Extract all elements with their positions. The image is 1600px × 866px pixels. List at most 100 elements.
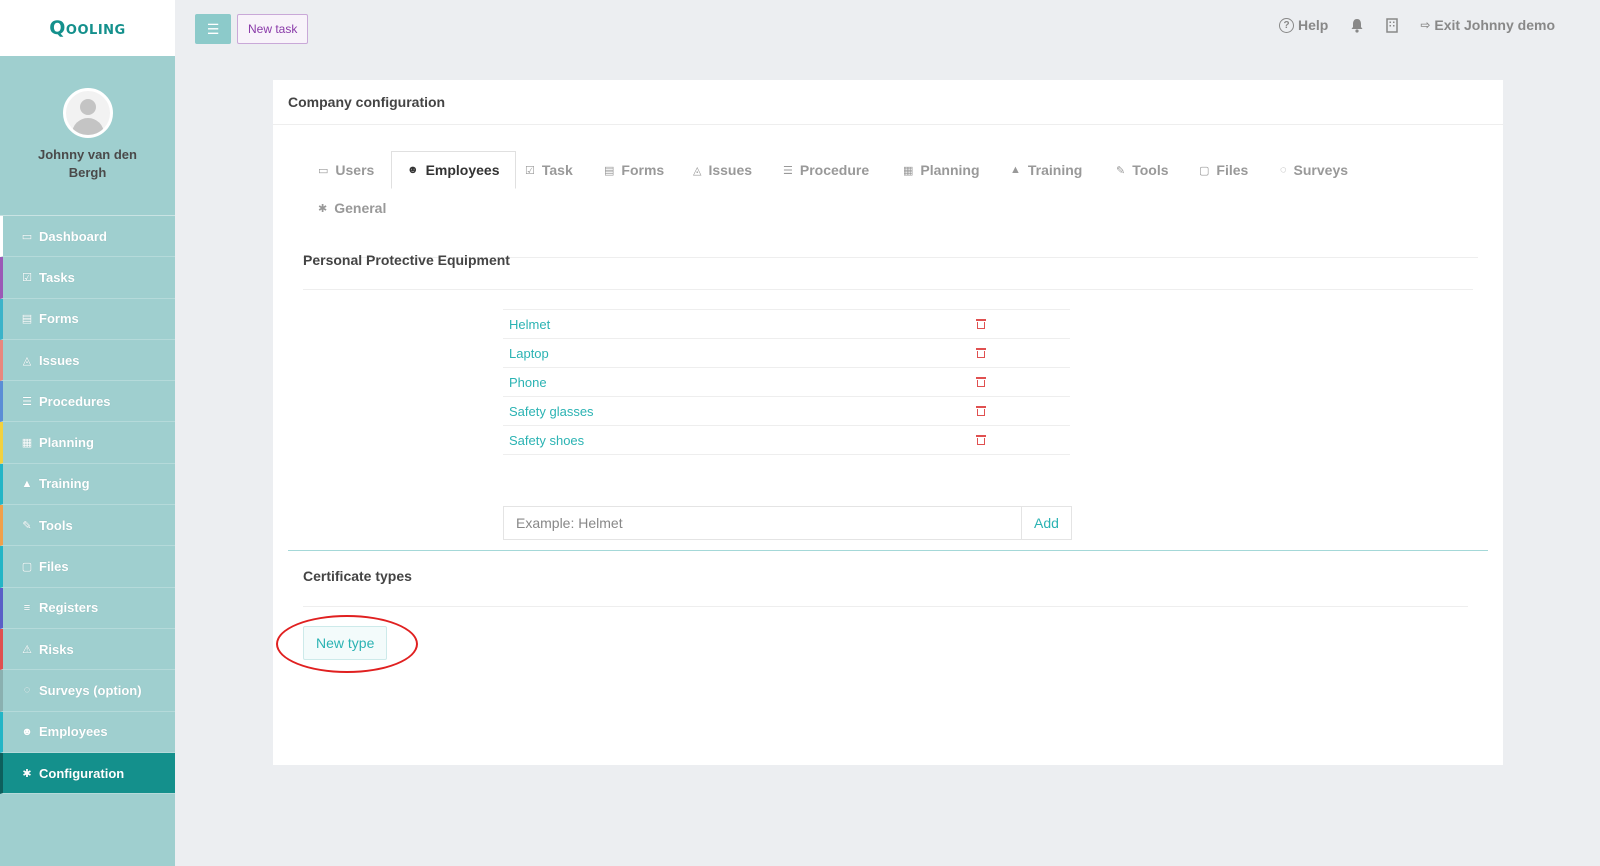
tab-label: Forms: [621, 162, 665, 178]
sidebar-item-label: Forms: [39, 311, 79, 327]
sidebar-item-label: Tasks: [39, 269, 75, 285]
tab-tools[interactable]: ✎ Tools: [1101, 151, 1184, 189]
tab-task[interactable]: ☑ Task: [510, 151, 588, 189]
sidebar-item-training[interactable]: ▲ Training: [0, 463, 175, 506]
tab-issues[interactable]: ◬ Issues: [678, 151, 767, 189]
section-divider: [288, 550, 1488, 551]
app-logo[interactable]: Qooling: [49, 17, 125, 39]
sidebar-item-risks[interactable]: ⚠ Risks: [0, 628, 175, 671]
sign-out-icon: ⇨: [1420, 18, 1431, 32]
tab-surveys[interactable]: ◌ Surveys: [1265, 151, 1363, 189]
forms-icon: ▤: [21, 313, 33, 326]
tab-label: Procedure: [799, 162, 870, 178]
exit-demo-link[interactable]: ⇨ Exit Johnny demo: [1420, 17, 1555, 33]
table-row: Safety shoes: [503, 426, 1070, 455]
sidebar-item-files[interactable]: ▢ Files: [0, 546, 175, 588]
sidebar-item-label: Configuration: [39, 765, 125, 781]
sidebar-item-surveys-option[interactable]: ◌ Surveys (option): [0, 670, 175, 712]
tab-label: Files: [1216, 162, 1249, 178]
trash-icon[interactable]: [976, 405, 986, 417]
exit-label: Exit Johnny demo: [1434, 17, 1555, 33]
add-ppe-button[interactable]: Add: [1021, 506, 1072, 540]
surveys-option-icon: ◌: [23, 684, 31, 697]
sidebar-item-label: Employees: [39, 724, 108, 740]
registers-icon: ≡: [23, 601, 31, 614]
tab-training[interactable]: ▲ Training: [995, 151, 1097, 189]
forms-tab-icon: ▤: [604, 164, 615, 177]
sidebar-item-label: Files: [39, 559, 69, 575]
sidebar-item-dashboard[interactable]: ▭ Dashboard: [0, 216, 175, 258]
files-icon: ▢: [21, 561, 33, 574]
company-button[interactable]: [1386, 17, 1399, 33]
tab-employees[interactable]: ☻ Employees: [391, 151, 516, 189]
tab-procedure[interactable]: ☰ Procedure: [768, 151, 884, 189]
sidebar-item-issues[interactable]: ◬ Issues: [0, 339, 175, 382]
tab-planning[interactable]: ▦ Planning: [888, 151, 995, 189]
training-tab-icon: ▲: [1010, 164, 1021, 176]
sidebar-item-label: Registers: [39, 600, 99, 616]
sidebar-item-configuration[interactable]: ✱ Configuration: [0, 752, 175, 795]
sidebar-item-forms[interactable]: ▤ Forms: [0, 298, 175, 340]
tasks-icon: ☑: [22, 271, 32, 284]
sidebar-item-label: Procedures: [39, 393, 111, 409]
sidebar-item-label: Issues: [39, 352, 80, 368]
users-tab-icon: ▭: [318, 164, 329, 177]
tools-icon: ✎: [22, 519, 32, 532]
table-row: Phone: [503, 368, 1070, 397]
ppe-item-link[interactable]: Safety shoes: [503, 433, 584, 448]
tab-label: Users: [335, 162, 375, 178]
sidebar-item-label: Training: [39, 476, 90, 492]
ppe-divider: [303, 289, 1473, 290]
risks-icon: ⚠: [22, 643, 32, 656]
ppe-item-link[interactable]: Helmet: [503, 317, 550, 332]
tab-label: General: [334, 200, 387, 216]
tab-label: Surveys: [1293, 162, 1349, 178]
ppe-item-link[interactable]: Laptop: [503, 346, 549, 361]
sidebar-item-label: Planning: [39, 435, 94, 451]
tab-label: Tools: [1132, 162, 1169, 178]
tab-general[interactable]: ✱ General: [303, 189, 401, 227]
trash-icon[interactable]: [976, 318, 986, 330]
topbar: ☰ New task ? Help ⇨ Exit Johnny demo: [175, 0, 1600, 56]
ppe-input[interactable]: [503, 506, 1022, 540]
table-row: Helmet: [503, 310, 1070, 339]
tab-label: Planning: [920, 162, 980, 178]
user-profile: Johnny van den Bergh: [0, 56, 175, 215]
trash-icon[interactable]: [976, 434, 986, 446]
planning-tab-icon: ▦: [903, 164, 914, 177]
new-type-button[interactable]: New type: [303, 626, 388, 660]
ppe-item-link[interactable]: Safety glasses: [503, 404, 594, 419]
tab-label: Training: [1027, 162, 1083, 178]
trash-icon[interactable]: [976, 347, 986, 359]
training-icon: ▲: [21, 477, 33, 490]
ppe-list: Helmet Laptop Phone Safety glasses Safety sh…: [503, 309, 1070, 455]
sidebar-item-tasks[interactable]: ☑ Tasks: [0, 257, 175, 299]
hamburger-icon: ☰: [206, 20, 220, 37]
ppe-item-link[interactable]: Phone: [503, 375, 547, 390]
tab-files[interactable]: ▢ Files: [1184, 151, 1263, 189]
tab-users[interactable]: ▭ Users: [303, 151, 389, 189]
tab-label: Issues: [708, 162, 753, 178]
procedure-tab-icon: ☰: [783, 164, 793, 177]
sidebar-item-employees[interactable]: ☻ Employees: [0, 711, 175, 753]
sidebar-item-procedures[interactable]: ☰ Procedures: [0, 381, 175, 423]
employees-icon: ☻: [21, 725, 33, 738]
avatar[interactable]: [62, 88, 113, 138]
sidebar-item-planning[interactable]: ▦ Planning: [0, 422, 175, 464]
sidebar-item-registers[interactable]: ≡ Registers: [0, 587, 175, 629]
sidebar-item-label: Tools: [39, 517, 73, 533]
trash-icon[interactable]: [976, 376, 986, 388]
notifications-button[interactable]: [1350, 18, 1364, 33]
tools-tab-icon: ✎: [1116, 164, 1126, 177]
new-task-button[interactable]: New task: [237, 14, 309, 44]
task-tab-icon: ☑: [525, 164, 535, 177]
sidebar-item-tools[interactable]: ✎ Tools: [0, 505, 175, 547]
certificate-divider: [303, 606, 1468, 607]
topbar-actions: ? Help ⇨ Exit Johnny demo: [1279, 17, 1555, 33]
tab-forms[interactable]: ▤ Forms: [589, 151, 679, 189]
help-link[interactable]: ? Help: [1279, 17, 1328, 33]
configuration-icon: ✱: [22, 767, 32, 780]
bell-icon: [1351, 18, 1363, 33]
tab-label: Task: [541, 162, 573, 178]
menu-toggle-button[interactable]: ☰: [195, 14, 231, 44]
